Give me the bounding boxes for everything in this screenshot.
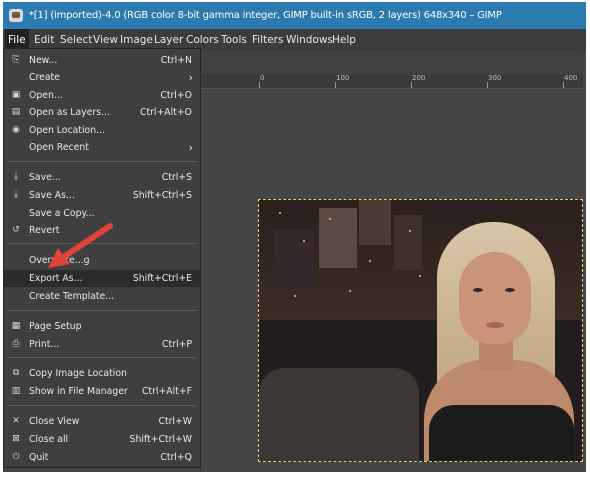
- revert-icon: ↺: [12, 225, 20, 235]
- menu-separator: [8, 243, 196, 244]
- menu-item-copy-image-location[interactable]: ⧉ Copy Image Location: [4, 365, 200, 382]
- menu-item-export-as[interactable]: Export As... Shift+Ctrl+E: [4, 270, 200, 287]
- chevron-right-icon: ›: [188, 141, 193, 154]
- menu-item-open-as-layers[interactable]: ▤ Open as Layers... Ctrl+Alt+O: [4, 104, 200, 121]
- open-icon: ▣: [11, 90, 21, 100]
- title-bar: *[1] (imported)-4.0 (RGB color 8-bit gam…: [3, 2, 586, 29]
- building: [319, 208, 357, 268]
- menu-item-print[interactable]: ⎙ Print... Ctrl+P: [4, 336, 200, 353]
- menu-item-open-location[interactable]: ◉ Open Location...: [4, 122, 200, 139]
- layers-icon: ▤: [11, 107, 21, 117]
- lips: [486, 322, 504, 328]
- ruler-tick: [563, 82, 564, 88]
- ruler-label: 0: [260, 74, 265, 82]
- ruler-tick: [259, 82, 260, 88]
- horizontal-ruler[interactable]: 0 100 200 300 400: [198, 74, 583, 89]
- ruler-tick: [487, 82, 488, 88]
- page-setup-icon: ▦: [11, 321, 21, 331]
- eye: [505, 288, 515, 292]
- close-all-icon: ⊠: [12, 434, 20, 444]
- print-icon: ⎙: [12, 339, 20, 349]
- menu-item-create[interactable]: Create ›: [4, 69, 200, 86]
- building: [274, 230, 314, 290]
- gimp-app-icon: [9, 9, 23, 22]
- menu-separator: [8, 357, 196, 358]
- building: [359, 200, 391, 245]
- menu-item-page-setup[interactable]: ▦ Page Setup: [4, 318, 200, 335]
- eye: [473, 288, 483, 292]
- menu-separator: [8, 161, 196, 162]
- menu-item-quit[interactable]: ⏻ Quit Ctrl+Q: [4, 449, 200, 466]
- black-top: [429, 405, 574, 461]
- ruler-label: 200: [412, 74, 426, 82]
- building: [394, 215, 422, 270]
- chevron-right-icon: ›: [188, 71, 193, 84]
- menu-item-open[interactable]: ▣ Open... Ctrl+O: [4, 87, 200, 104]
- save-as-icon: ⤓: [14, 190, 18, 200]
- copy-icon: ⧉: [12, 368, 20, 378]
- save-icon: ⤓: [14, 172, 18, 182]
- menu-item-create-template[interactable]: Create Template...: [4, 288, 200, 305]
- menu-item-open-recent[interactable]: Open Recent ›: [4, 139, 200, 156]
- quit-icon: ⏻: [12, 452, 20, 462]
- new-icon: ⎘: [12, 55, 20, 65]
- menu-item-save-a-copy[interactable]: Save a Copy...: [4, 205, 200, 222]
- menu-item-save-as[interactable]: ⤓ Save As... Shift+Ctrl+S: [4, 187, 200, 204]
- menu-windows[interactable]: Windows: [283, 29, 336, 52]
- menu-help[interactable]: Help: [329, 29, 359, 52]
- image-canvas[interactable]: [258, 199, 583, 462]
- menu-separator: [8, 310, 196, 311]
- menu-item-revert[interactable]: ↺ Revert: [4, 222, 200, 239]
- sofa: [259, 368, 419, 461]
- ruler-tick: [411, 82, 412, 88]
- menu-item-new[interactable]: ⎘ New... Ctrl+N: [4, 52, 200, 69]
- file-manager-icon: ▥: [11, 386, 21, 396]
- menu-separator: [8, 405, 196, 406]
- menu-item-save[interactable]: ⤓ Save... Ctrl+S: [4, 169, 200, 186]
- window-title: *[1] (imported)-4.0 (RGB color 8-bit gam…: [29, 10, 502, 21]
- face: [459, 252, 531, 344]
- menu-filters[interactable]: Filters: [249, 29, 286, 52]
- menu-tools[interactable]: Tools: [218, 29, 250, 52]
- ruler-label: 300: [488, 74, 502, 82]
- menu-item-close-all[interactable]: ⊠ Close all Shift+Ctrl+W: [4, 431, 200, 448]
- globe-icon: ◉: [12, 125, 20, 135]
- ruler-tick: [335, 82, 336, 88]
- ruler-label: 400: [564, 74, 578, 82]
- menu-item-overwrite[interactable]: Overwrite...g: [4, 252, 200, 269]
- menu-item-close-view[interactable]: ✕ Close View Ctrl+W: [4, 413, 200, 430]
- close-icon: ✕: [12, 416, 20, 426]
- menu-item-show-in-file-manager[interactable]: ▥ Show in File Manager Ctrl+Alt+F: [4, 383, 200, 400]
- ruler-label: 100: [336, 74, 350, 82]
- image-tab-strip: [198, 50, 583, 74]
- file-menu: ⎘ New... Ctrl+N Create › ▣ Open... Ctrl+…: [3, 48, 201, 468]
